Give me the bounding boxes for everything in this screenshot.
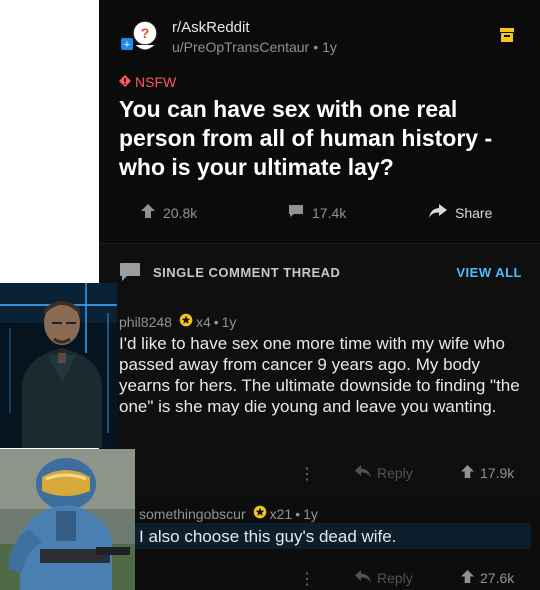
- comment-icon: [288, 204, 304, 221]
- comments-button[interactable]: 17.4k: [288, 204, 346, 221]
- share-label: Share: [455, 204, 493, 221]
- award-icon: [253, 505, 267, 522]
- upvote-count: 20.8k: [163, 204, 198, 221]
- comment-body: I'd like to have sex one more time with …: [119, 334, 520, 416]
- reply-icon: [355, 465, 371, 481]
- comment-age: 1y: [221, 313, 237, 330]
- reply-button[interactable]: Reply: [355, 570, 413, 586]
- comment-author[interactable]: phil8248: [119, 314, 172, 330]
- reaction-image-man: [0, 283, 117, 448]
- upvote-icon: [461, 570, 474, 586]
- post-actions: 20.8k 17.4k Share: [99, 198, 540, 228]
- meta-dot: •: [295, 505, 301, 522]
- avatar-icon[interactable]: ? +: [119, 18, 163, 58]
- comment-meta: somethingobscur x21 • 1y: [139, 505, 318, 522]
- nsfw-diamond-icon: [119, 74, 131, 90]
- reply-icon: [355, 570, 371, 586]
- comment-actions: ⋮ Reply 27.6k: [99, 570, 540, 590]
- post-meta: u/PreOpTransCentaur • 1y: [172, 39, 337, 55]
- kebab-icon[interactable]: ⋮: [299, 569, 315, 589]
- single-comment-thread-bar: SINGLE COMMENT THREAD VIEW ALL: [99, 243, 540, 302]
- upvote-icon: [461, 465, 474, 481]
- post-card: ? + r/AskReddit u/PreOpTransCentaur • 1y N…: [99, 0, 540, 243]
- comment-count: 17.4k: [312, 204, 347, 221]
- nsfw-tag: NSFW: [119, 74, 176, 90]
- post-author[interactable]: u/PreOpTransCentaur: [172, 39, 309, 55]
- nsfw-label: NSFW: [135, 74, 177, 90]
- award-count: x4: [195, 313, 211, 330]
- share-icon: [429, 204, 447, 221]
- post-title[interactable]: You can have sex with one real person fr…: [119, 95, 519, 182]
- comment-author[interactable]: somethingobscur: [139, 506, 246, 522]
- meta-dot: •: [313, 39, 319, 55]
- subreddit-name[interactable]: r/AskReddit: [172, 19, 250, 36]
- view-all-link[interactable]: VIEW ALL: [456, 265, 522, 280]
- vote-count: 27.6k: [480, 570, 515, 586]
- reddit-app: ? + r/AskReddit u/PreOpTransCentaur • 1y N…: [99, 0, 540, 590]
- award-count: x21: [269, 505, 293, 522]
- kebab-icon[interactable]: ⋮: [299, 464, 315, 484]
- chat-bubble-icon: [119, 262, 141, 287]
- svg-text:+: +: [124, 39, 130, 51]
- upvote-button[interactable]: 20.8k: [141, 204, 197, 221]
- comment-body: I also choose this guy's dead wife.: [139, 527, 397, 546]
- reply-button[interactable]: Reply: [355, 465, 413, 481]
- comment: phil8248 x4 • 1y I'd like to have sex on…: [99, 301, 540, 495]
- svg-text:?: ?: [141, 25, 150, 41]
- upvote-icon: [141, 204, 155, 221]
- comment-votes[interactable]: 27.6k: [461, 570, 514, 586]
- vote-count: 17.9k: [480, 465, 515, 481]
- post-age: 1y: [322, 39, 337, 55]
- archive-icon[interactable]: [500, 28, 514, 47]
- share-button[interactable]: Share: [429, 204, 492, 221]
- comment-actions: ⋮ Reply 17.9k: [99, 465, 540, 485]
- comment-votes[interactable]: 17.9k: [461, 465, 514, 481]
- reply-label: Reply: [377, 465, 413, 481]
- meta-dot: •: [213, 313, 219, 330]
- reaction-image-armor: [0, 449, 135, 590]
- reply-label: Reply: [377, 570, 413, 586]
- award-icon: [179, 313, 193, 330]
- comment-meta: phil8248 x4 • 1y: [119, 313, 236, 330]
- comment-age: 1y: [303, 505, 318, 522]
- thread-label: SINGLE COMMENT THREAD: [153, 265, 341, 280]
